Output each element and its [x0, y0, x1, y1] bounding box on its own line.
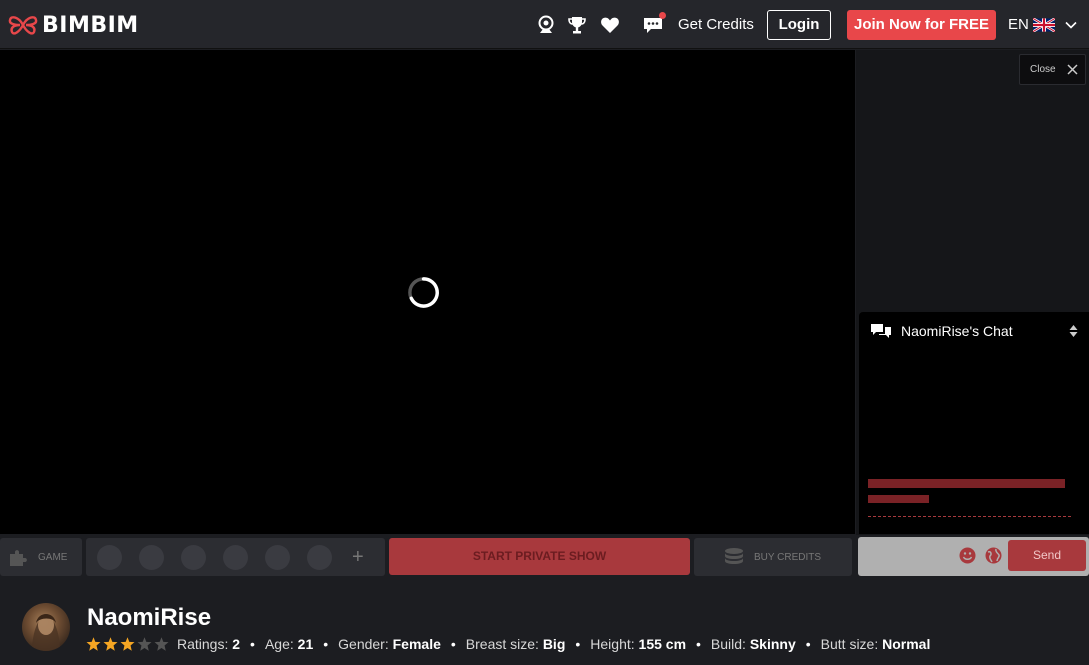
notification-badge — [659, 12, 666, 19]
stat-separator: • — [805, 636, 811, 652]
stat-value: 155 cm — [638, 636, 687, 652]
stat-item: Height: 155 cm — [590, 636, 686, 652]
chat-title: NaomiRise's Chat — [901, 323, 1013, 339]
star-rating[interactable] — [86, 637, 171, 651]
star-empty-icon[interactable] — [137, 637, 152, 651]
tip-slot[interactable] — [265, 545, 290, 570]
stat-item: Ratings: 2 — [177, 636, 240, 652]
buy-credits-button[interactable]: BUY CREDITS — [694, 538, 852, 576]
chat-divider — [868, 516, 1071, 517]
star-filled-icon[interactable] — [120, 637, 135, 651]
send-button[interactable]: Send — [1008, 540, 1086, 571]
star-empty-icon[interactable] — [154, 637, 169, 651]
coins-stack-icon — [725, 548, 743, 564]
star-filled-icon[interactable] — [103, 637, 118, 651]
stat-label: Breast size: — [465, 636, 543, 652]
chat-loading-placeholder — [868, 479, 1065, 488]
language-selector[interactable]: EN — [1008, 16, 1077, 33]
stat-label: Butt size: — [820, 636, 883, 652]
login-button[interactable]: Login — [767, 10, 831, 40]
model-avatar[interactable] — [22, 603, 70, 651]
stat-separator: • — [323, 636, 329, 652]
webcam-icon[interactable] — [536, 15, 556, 35]
stat-label: Ratings: — [177, 636, 233, 652]
stat-separator: • — [250, 636, 255, 652]
language-code: EN — [1008, 16, 1029, 33]
join-now-button[interactable]: Join Now for FREE — [847, 10, 996, 40]
start-private-show-button[interactable]: START PRIVATE SHOW — [389, 538, 690, 575]
site-logo[interactable]: BIMBIM — [8, 12, 139, 38]
globe-icon[interactable] — [985, 547, 1002, 564]
stat-value: 21 — [297, 636, 314, 652]
stat-value: 2 — [232, 636, 241, 652]
trophy-icon[interactable] — [567, 15, 587, 35]
messages-icon[interactable] — [643, 12, 666, 35]
model-stats: Ratings: 2 • Age: 21 • Gender: Female • Breast… — [177, 636, 930, 652]
game-button[interactable]: GAME — [0, 538, 82, 576]
stat-value: Skinny — [749, 636, 796, 652]
emoji-icon[interactable] — [959, 547, 976, 564]
stat-value: Female — [392, 636, 441, 652]
expand-collapse-icon[interactable] — [1069, 324, 1078, 338]
stat-label: Height: — [590, 636, 639, 652]
stat-item: Breast size: Big — [466, 636, 566, 652]
tip-slot[interactable] — [307, 545, 332, 570]
tip-slot[interactable] — [97, 545, 122, 570]
close-icon — [1067, 64, 1078, 75]
stat-item: Build: Skinny — [711, 636, 796, 652]
stat-label: Gender: — [338, 636, 393, 652]
stat-label: Build: — [710, 636, 750, 652]
chat-header: NaomiRise's Chat — [870, 323, 1013, 339]
chat-bubbles-icon — [871, 324, 891, 338]
get-credits-link[interactable]: Get Credits — [678, 16, 754, 33]
buy-credits-label: BUY CREDITS — [754, 551, 822, 563]
close-label: Close — [1030, 64, 1056, 75]
tip-slot[interactable] — [223, 545, 248, 570]
butterfly-logo-icon — [8, 16, 38, 35]
chat-loading-placeholder — [868, 495, 929, 503]
chevron-down-icon — [1065, 21, 1077, 29]
model-name[interactable]: NaomiRise — [87, 604, 211, 632]
stat-value: Big — [542, 636, 566, 652]
close-button[interactable]: Close — [1019, 54, 1086, 85]
star-filled-icon[interactable] — [86, 637, 101, 651]
chat-message-input[interactable]: Send — [858, 537, 1089, 576]
tip-slot[interactable] — [181, 545, 206, 570]
game-label: GAME — [38, 551, 68, 563]
stat-separator: • — [575, 636, 581, 652]
puzzle-icon — [10, 550, 27, 566]
loading-spinner-icon — [408, 277, 439, 308]
add-tip-button[interactable]: + — [352, 545, 364, 569]
stat-value: Normal — [882, 636, 931, 652]
logo-text: BIMBIM — [42, 12, 139, 38]
stat-item: Butt size: Normal — [821, 636, 931, 652]
stat-item: Gender: Female — [338, 636, 441, 652]
tip-presets: + — [86, 538, 385, 576]
stat-separator: • — [450, 636, 456, 652]
stat-label: Age: — [264, 636, 298, 652]
top-header: BIMBIM Get Credits Login Join Now for FR… — [0, 0, 1089, 49]
chat-panel: NaomiRise's Chat — [859, 312, 1089, 534]
stat-separator: • — [696, 636, 701, 652]
uk-flag-icon — [1032, 17, 1055, 32]
heart-icon[interactable] — [600, 15, 620, 35]
stat-item: Age: 21 — [265, 636, 313, 652]
avatar-image — [32, 614, 60, 651]
tip-slot[interactable] — [139, 545, 164, 570]
